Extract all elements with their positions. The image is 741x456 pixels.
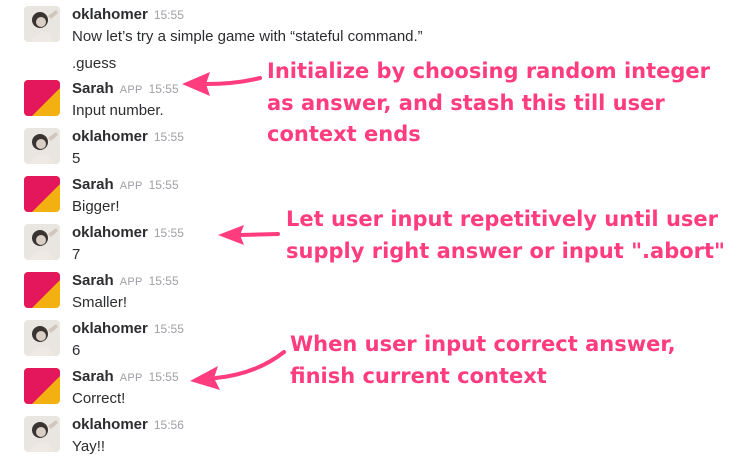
sender-name[interactable]: oklahomer [72, 128, 148, 145]
avatar[interactable] [24, 368, 60, 404]
avatar[interactable] [24, 320, 60, 356]
annotation-text: When user input correct answer, finish c… [290, 332, 676, 388]
sender-name[interactable]: oklahomer [72, 320, 148, 337]
message-text: Now let’s try a simple game with “statef… [72, 28, 423, 45]
timestamp[interactable]: 15:55 [149, 178, 179, 192]
timestamp[interactable]: 15:55 [149, 274, 179, 288]
message-text: Input number. [72, 102, 164, 119]
avatar[interactable] [24, 272, 60, 308]
sender-name[interactable]: Sarah [72, 368, 114, 385]
message-oklahomer: oklahomer 15:56 Yay!! [24, 416, 404, 456]
annotation-text: Initialize by choosing random integer as… [267, 59, 711, 146]
avatar[interactable] [24, 176, 60, 212]
timestamp[interactable]: 15:55 [149, 370, 179, 384]
timestamp[interactable]: 15:55 [154, 8, 184, 22]
annotation-arrow [218, 225, 280, 245]
sender-name[interactable]: Sarah [72, 176, 114, 193]
message-text: Correct! [72, 390, 126, 407]
avatar[interactable] [24, 128, 60, 164]
timestamp[interactable]: 15:55 [154, 226, 184, 240]
timestamp[interactable]: 15:56 [154, 418, 184, 432]
app-badge: APP [119, 372, 143, 384]
sender-name[interactable]: oklahomer [72, 6, 148, 23]
avatar[interactable] [24, 80, 60, 116]
message-text: .guess [72, 55, 117, 72]
app-badge: APP [119, 180, 143, 192]
avatar[interactable] [24, 416, 60, 452]
sender-name[interactable]: oklahomer [72, 224, 148, 241]
annotation-arrow [182, 72, 262, 96]
timestamp[interactable]: 15:55 [154, 322, 184, 336]
avatar[interactable] [24, 224, 60, 260]
app-badge: APP [119, 276, 143, 288]
sender-name[interactable]: Sarah [72, 272, 114, 289]
timestamp[interactable]: 15:55 [154, 130, 184, 144]
message-text: 5 [72, 150, 81, 167]
message-text: 6 [72, 342, 81, 359]
avatar[interactable] [24, 6, 60, 42]
annotation-arrow [190, 350, 286, 390]
sender-name[interactable]: oklahomer [72, 416, 148, 433]
message-sarah: Sarah APP 15:55 Smaller! [24, 272, 404, 312]
timestamp[interactable]: 15:55 [149, 82, 179, 96]
message-text: Smaller! [72, 294, 128, 311]
message-text: Bigger! [72, 198, 120, 215]
annotation-text: Let user input repetitively until user s… [286, 207, 725, 263]
message-text: Yay!! [72, 438, 106, 455]
sender-name[interactable]: Sarah [72, 80, 114, 97]
app-badge: APP [119, 84, 143, 96]
message-text: 7 [72, 246, 81, 263]
